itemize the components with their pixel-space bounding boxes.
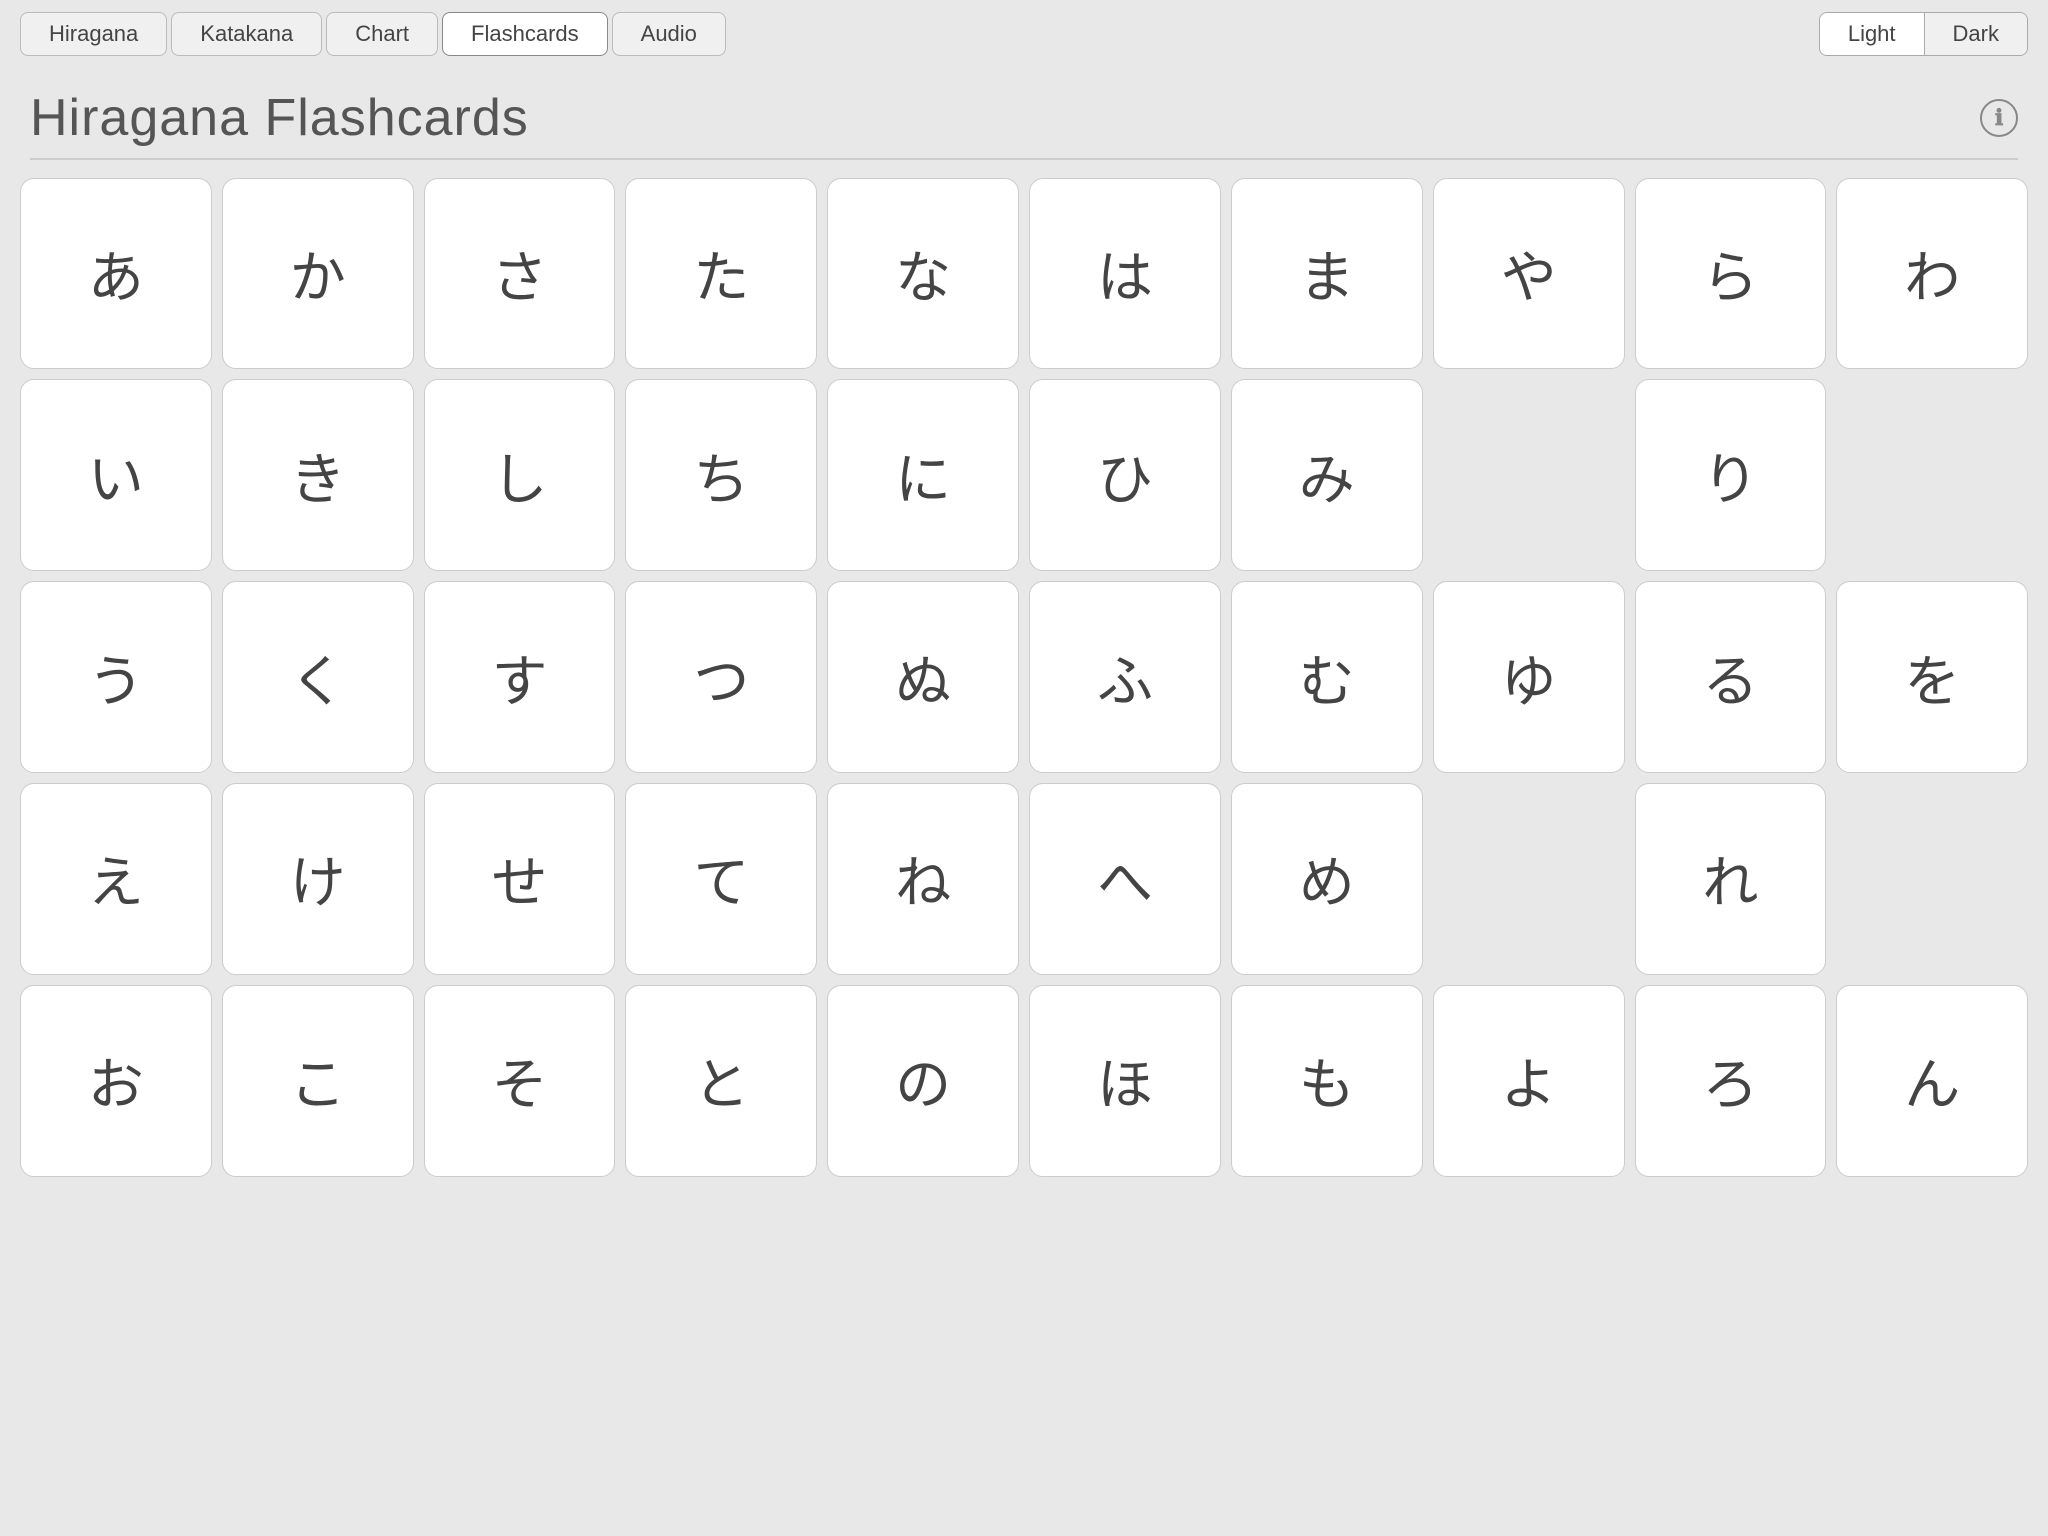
flashcard[interactable]: な <box>827 178 1019 370</box>
flashcard[interactable]: を <box>1836 581 2028 773</box>
flashcard[interactable]: む <box>1231 581 1423 773</box>
page-header: Hiragana Flashcards ℹ <box>0 68 2048 158</box>
flashcard[interactable]: え <box>20 783 212 975</box>
flashcard[interactable]: ら <box>1635 178 1827 370</box>
flashcard[interactable]: は <box>1029 178 1221 370</box>
flashcard[interactable]: も <box>1231 985 1423 1177</box>
flashcard[interactable]: わ <box>1836 178 2028 370</box>
nav-tabs: Hiragana Katakana Chart Flashcards Audio <box>20 12 726 56</box>
theme-dark[interactable]: Dark <box>1925 13 2027 55</box>
flashcard[interactable]: ふ <box>1029 581 1221 773</box>
flashcard-grid: あかさたなはまやらわいきしちにひみ りうくすつぬふむゆるをえけせてねへめ れおこそと… <box>0 160 2048 1195</box>
top-bar: Hiragana Katakana Chart Flashcards Audio… <box>0 0 2048 68</box>
flashcard[interactable]: へ <box>1029 783 1221 975</box>
page-title: Hiragana Flashcards <box>30 88 529 148</box>
flashcard[interactable]: ね <box>827 783 1019 975</box>
flashcard[interactable]: や <box>1433 178 1625 370</box>
flashcard[interactable]: ゆ <box>1433 581 1625 773</box>
flashcard[interactable]: お <box>20 985 212 1177</box>
flashcard[interactable]: す <box>424 581 616 773</box>
flashcard[interactable]: つ <box>625 581 817 773</box>
flashcard[interactable]: し <box>424 379 616 571</box>
flashcard[interactable]: ろ <box>1635 985 1827 1177</box>
flashcard[interactable]: り <box>1635 379 1827 571</box>
tab-hiragana[interactable]: Hiragana <box>20 12 167 56</box>
tab-flashcards[interactable]: Flashcards <box>442 12 608 56</box>
flashcard[interactable]: よ <box>1433 985 1625 1177</box>
flashcard[interactable]: さ <box>424 178 616 370</box>
flashcard[interactable]: ん <box>1836 985 2028 1177</box>
tab-chart[interactable]: Chart <box>326 12 438 56</box>
flashcard-empty <box>1836 379 2028 571</box>
flashcard-empty <box>1433 379 1625 571</box>
flashcard[interactable]: け <box>222 783 414 975</box>
flashcard[interactable]: ま <box>1231 178 1423 370</box>
flashcard[interactable]: る <box>1635 581 1827 773</box>
flashcard[interactable]: ぬ <box>827 581 1019 773</box>
flashcard[interactable]: の <box>827 985 1019 1177</box>
theme-light[interactable]: Light <box>1820 13 1925 55</box>
flashcard[interactable]: か <box>222 178 414 370</box>
flashcard[interactable]: た <box>625 178 817 370</box>
flashcard[interactable]: に <box>827 379 1019 571</box>
flashcard[interactable]: ち <box>625 379 817 571</box>
flashcard[interactable]: れ <box>1635 783 1827 975</box>
flashcard[interactable]: み <box>1231 379 1423 571</box>
flashcard[interactable]: と <box>625 985 817 1177</box>
flashcard[interactable]: ほ <box>1029 985 1221 1177</box>
flashcard-empty <box>1433 783 1625 975</box>
flashcard[interactable]: そ <box>424 985 616 1177</box>
flashcard[interactable]: き <box>222 379 414 571</box>
flashcard[interactable]: あ <box>20 178 212 370</box>
flashcard-empty <box>1836 783 2028 975</box>
theme-toggle: Light Dark <box>1819 12 2028 56</box>
tab-katakana[interactable]: Katakana <box>171 12 322 56</box>
tab-audio[interactable]: Audio <box>612 12 726 56</box>
flashcard[interactable]: ひ <box>1029 379 1221 571</box>
flashcard[interactable]: て <box>625 783 817 975</box>
flashcard[interactable]: こ <box>222 985 414 1177</box>
flashcard[interactable]: い <box>20 379 212 571</box>
info-icon[interactable]: ℹ <box>1980 99 2018 137</box>
flashcard[interactable]: う <box>20 581 212 773</box>
flashcard[interactable]: く <box>222 581 414 773</box>
flashcard[interactable]: せ <box>424 783 616 975</box>
flashcard[interactable]: め <box>1231 783 1423 975</box>
